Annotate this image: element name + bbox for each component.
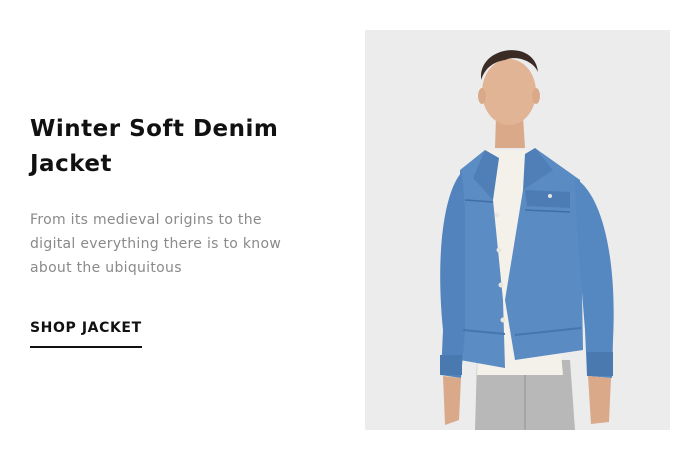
promo-description-line-3: about the ubiquitous [30, 260, 182, 276]
promo-description-line-1: From its medieval origins to the [30, 212, 262, 228]
shop-jacket-link[interactable]: SHOP JACKET [30, 320, 142, 348]
promo-banner: Winter Soft Denim Jacket From its mediev… [0, 0, 700, 460]
promo-title-line-2: Jacket [30, 151, 112, 177]
promo-content: Winter Soft Denim Jacket From its mediev… [30, 112, 330, 348]
promo-description: From its medieval origins to the digital… [30, 208, 330, 280]
product-photo [365, 30, 670, 430]
promo-title: Winter Soft Denim Jacket [30, 112, 330, 182]
promo-description-line-2: digital everything there is to know [30, 236, 282, 252]
promo-title-line-1: Winter Soft Denim [30, 116, 279, 142]
